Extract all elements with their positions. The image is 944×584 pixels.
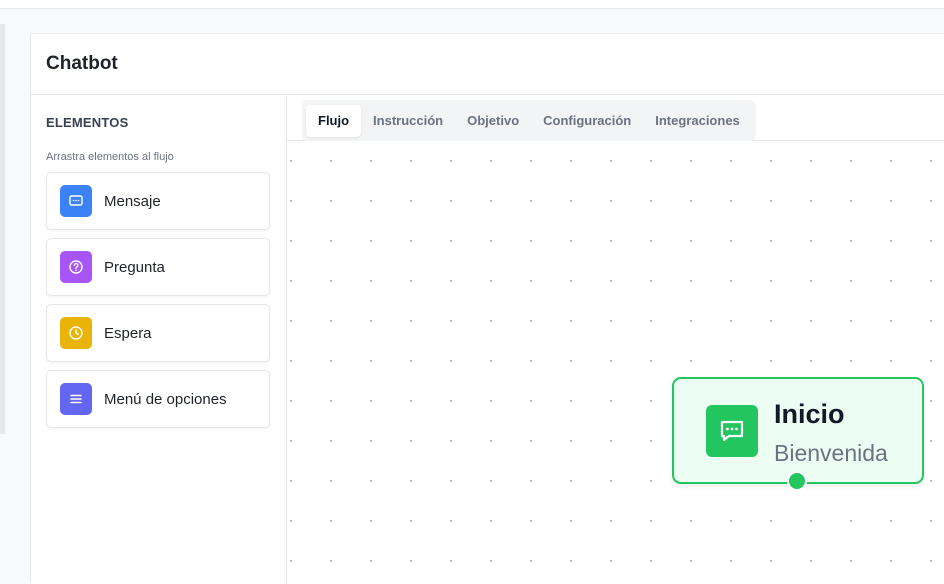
- element-label: Menú de opciones: [104, 390, 227, 408]
- element-mensaje[interactable]: Mensaje: [46, 172, 270, 230]
- top-bar: [0, 0, 944, 9]
- sidebar-title: ELEMENTOS: [46, 115, 129, 130]
- tab-objetivo[interactable]: Objetivo: [455, 105, 531, 137]
- node-subtitle: Bienvenida: [774, 440, 888, 466]
- element-label: Pregunta: [104, 258, 165, 276]
- element-label: Espera: [104, 324, 152, 342]
- element-espera[interactable]: Espera: [46, 304, 270, 362]
- menu-icon: [60, 383, 92, 415]
- start-node[interactable]: Inicio Bienvenida: [672, 377, 924, 491]
- tabs-bar: Flujo Instrucción Objetivo Configuración…: [287, 96, 944, 141]
- element-list: Mensaje Pregunta Espera Menú de opciones: [46, 172, 270, 436]
- tab-instruccion[interactable]: Instrucción: [361, 105, 455, 137]
- message-icon: [60, 185, 92, 217]
- tab-integraciones[interactable]: Integraciones: [643, 105, 752, 137]
- chatbot-card: Chatbot ELEMENTOS Arrastra elementos al …: [30, 33, 944, 584]
- node-output-handle[interactable]: [787, 471, 807, 491]
- flow-canvas[interactable]: Inicio Bienvenida: [287, 141, 944, 584]
- element-menu-opciones[interactable]: Menú de opciones: [46, 370, 270, 428]
- question-icon: [60, 251, 92, 283]
- page-title: Chatbot: [46, 53, 118, 74]
- clock-icon: [60, 317, 92, 349]
- left-rail: [0, 24, 5, 434]
- node-title: Inicio: [774, 399, 845, 429]
- flow-main: Flujo Instrucción Objetivo Configuración…: [287, 96, 944, 584]
- element-label: Mensaje: [104, 192, 161, 210]
- tab-list: Flujo Instrucción Objetivo Configuración…: [302, 100, 756, 141]
- chat-icon: [706, 405, 758, 457]
- elements-sidebar: ELEMENTOS Arrastra elementos al flujo Me…: [31, 96, 287, 584]
- sidebar-hint: Arrastra elementos al flujo: [46, 151, 174, 163]
- element-pregunta[interactable]: Pregunta: [46, 238, 270, 296]
- tab-configuracion[interactable]: Configuración: [531, 105, 643, 137]
- tab-flujo[interactable]: Flujo: [306, 104, 362, 137]
- card-header: Chatbot: [31, 34, 944, 95]
